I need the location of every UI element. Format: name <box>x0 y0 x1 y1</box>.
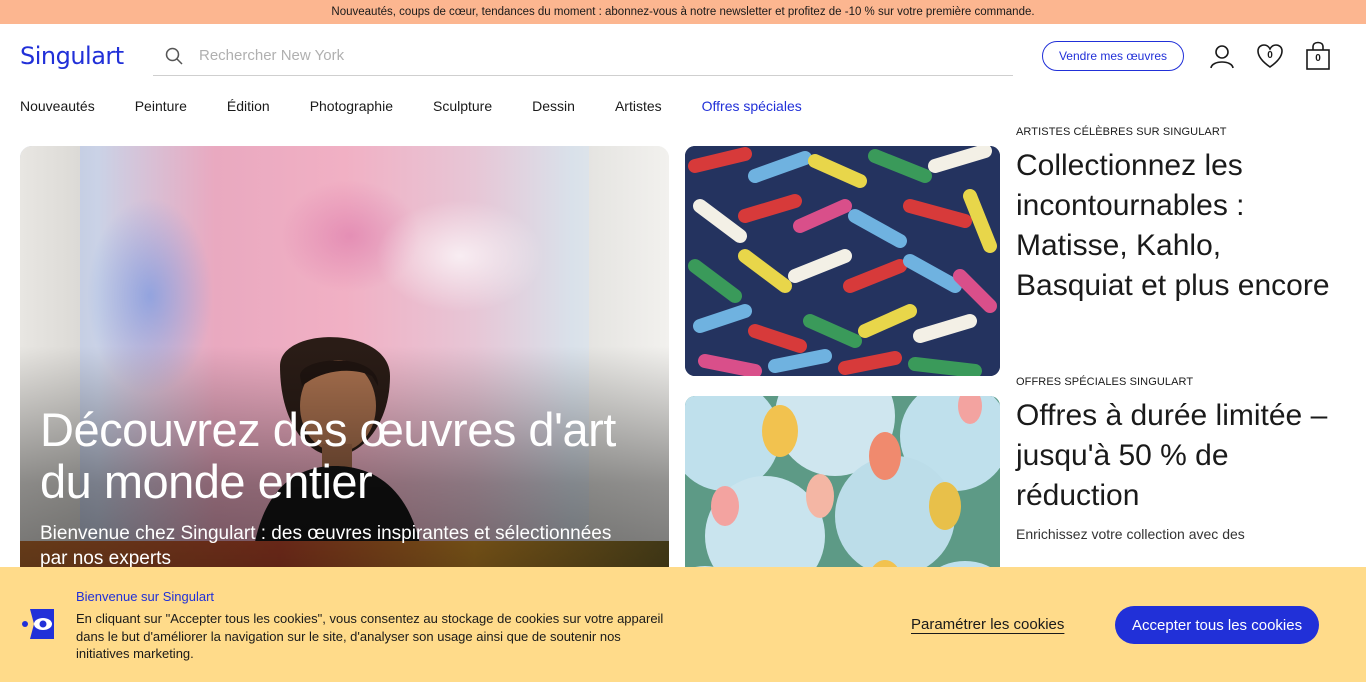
abstract-painting-image <box>685 146 1000 376</box>
nav-item-artistes[interactable]: Artistes <box>615 98 662 114</box>
nav-item-peinture[interactable]: Peinture <box>135 98 187 114</box>
cookie-settings-link[interactable]: Paramétrer les cookies <box>911 616 1064 633</box>
user-icon <box>1210 45 1234 69</box>
promo-bar[interactable]: Nouveautés, coups de cœur, tendances du … <box>0 0 1366 24</box>
nav-item-photographie[interactable]: Photographie <box>310 98 393 114</box>
cookie-title: Bienvenue sur Singulart <box>76 589 215 604</box>
card-description: Enrichissez votre collection avec des <box>1016 526 1245 542</box>
card-eyebrow: ARTISTES CÉLÈBRES SUR SINGULART <box>1016 126 1227 138</box>
hero-subtitle: Bienvenue chez Singulart : des œuvres in… <box>40 523 612 569</box>
site-header: Singulart Vendre mes œuvres 0 0 <box>0 24 1366 88</box>
search-icon <box>165 47 183 65</box>
header-actions: Vendre mes œuvres 0 0 <box>1041 24 1342 88</box>
wishlist-count: 0 <box>1267 50 1273 61</box>
main-nav: Nouveautés Peinture Édition Photographie… <box>0 88 1366 124</box>
card-title[interactable]: Offres à durée limitée – jusqu'à 50 % de… <box>1016 396 1346 516</box>
nav-item-sculpture[interactable]: Sculpture <box>433 98 492 114</box>
promo-text[interactable]: Nouveautés, coups de cœur, tendances du … <box>331 6 1034 18</box>
nav-item-edition[interactable]: Édition <box>227 98 270 114</box>
famous-artists-image[interactable] <box>685 146 1000 376</box>
nav-item-dessin[interactable]: Dessin <box>532 98 575 114</box>
hero-title: Découvrez des œuvres d'art du monde enti… <box>40 403 616 508</box>
cart-count: 0 <box>1315 53 1321 64</box>
sell-artworks-button[interactable]: Vendre mes œuvres <box>1041 41 1184 71</box>
accept-cookies-button[interactable]: Accepter tous les cookies <box>1115 606 1320 644</box>
logo[interactable]: Singulart <box>20 42 153 70</box>
nav-item-nouveautes[interactable]: Nouveautés <box>20 98 95 114</box>
hero-banner[interactable]: Découvrez des œuvres d'art du monde enti… <box>20 146 669 596</box>
nav-item-offres-speciales[interactable]: Offres spéciales <box>702 98 802 114</box>
special-offers-card[interactable]: OFFRES SPÉCIALES SINGULART Offres à duré… <box>1016 376 1346 542</box>
search-input[interactable] <box>199 47 979 64</box>
famous-artists-card[interactable]: ARTISTES CÉLÈBRES SUR SINGULART Collecti… <box>1016 126 1346 306</box>
card-title[interactable]: Collectionnez les incontournables : Mati… <box>1016 146 1346 306</box>
account-button[interactable] <box>1198 36 1246 76</box>
eye-logo-icon <box>22 609 54 639</box>
cookie-text: En cliquant sur "Accepter tous les cooki… <box>76 611 664 661</box>
card-eyebrow: OFFRES SPÉCIALES SINGULART <box>1016 376 1194 388</box>
cart-button[interactable]: 0 <box>1294 36 1342 76</box>
wishlist-button[interactable]: 0 <box>1246 36 1294 76</box>
search-bar[interactable] <box>153 36 1013 76</box>
cookie-banner: Bienvenue sur Singulart En cliquant sur … <box>0 567 1366 682</box>
